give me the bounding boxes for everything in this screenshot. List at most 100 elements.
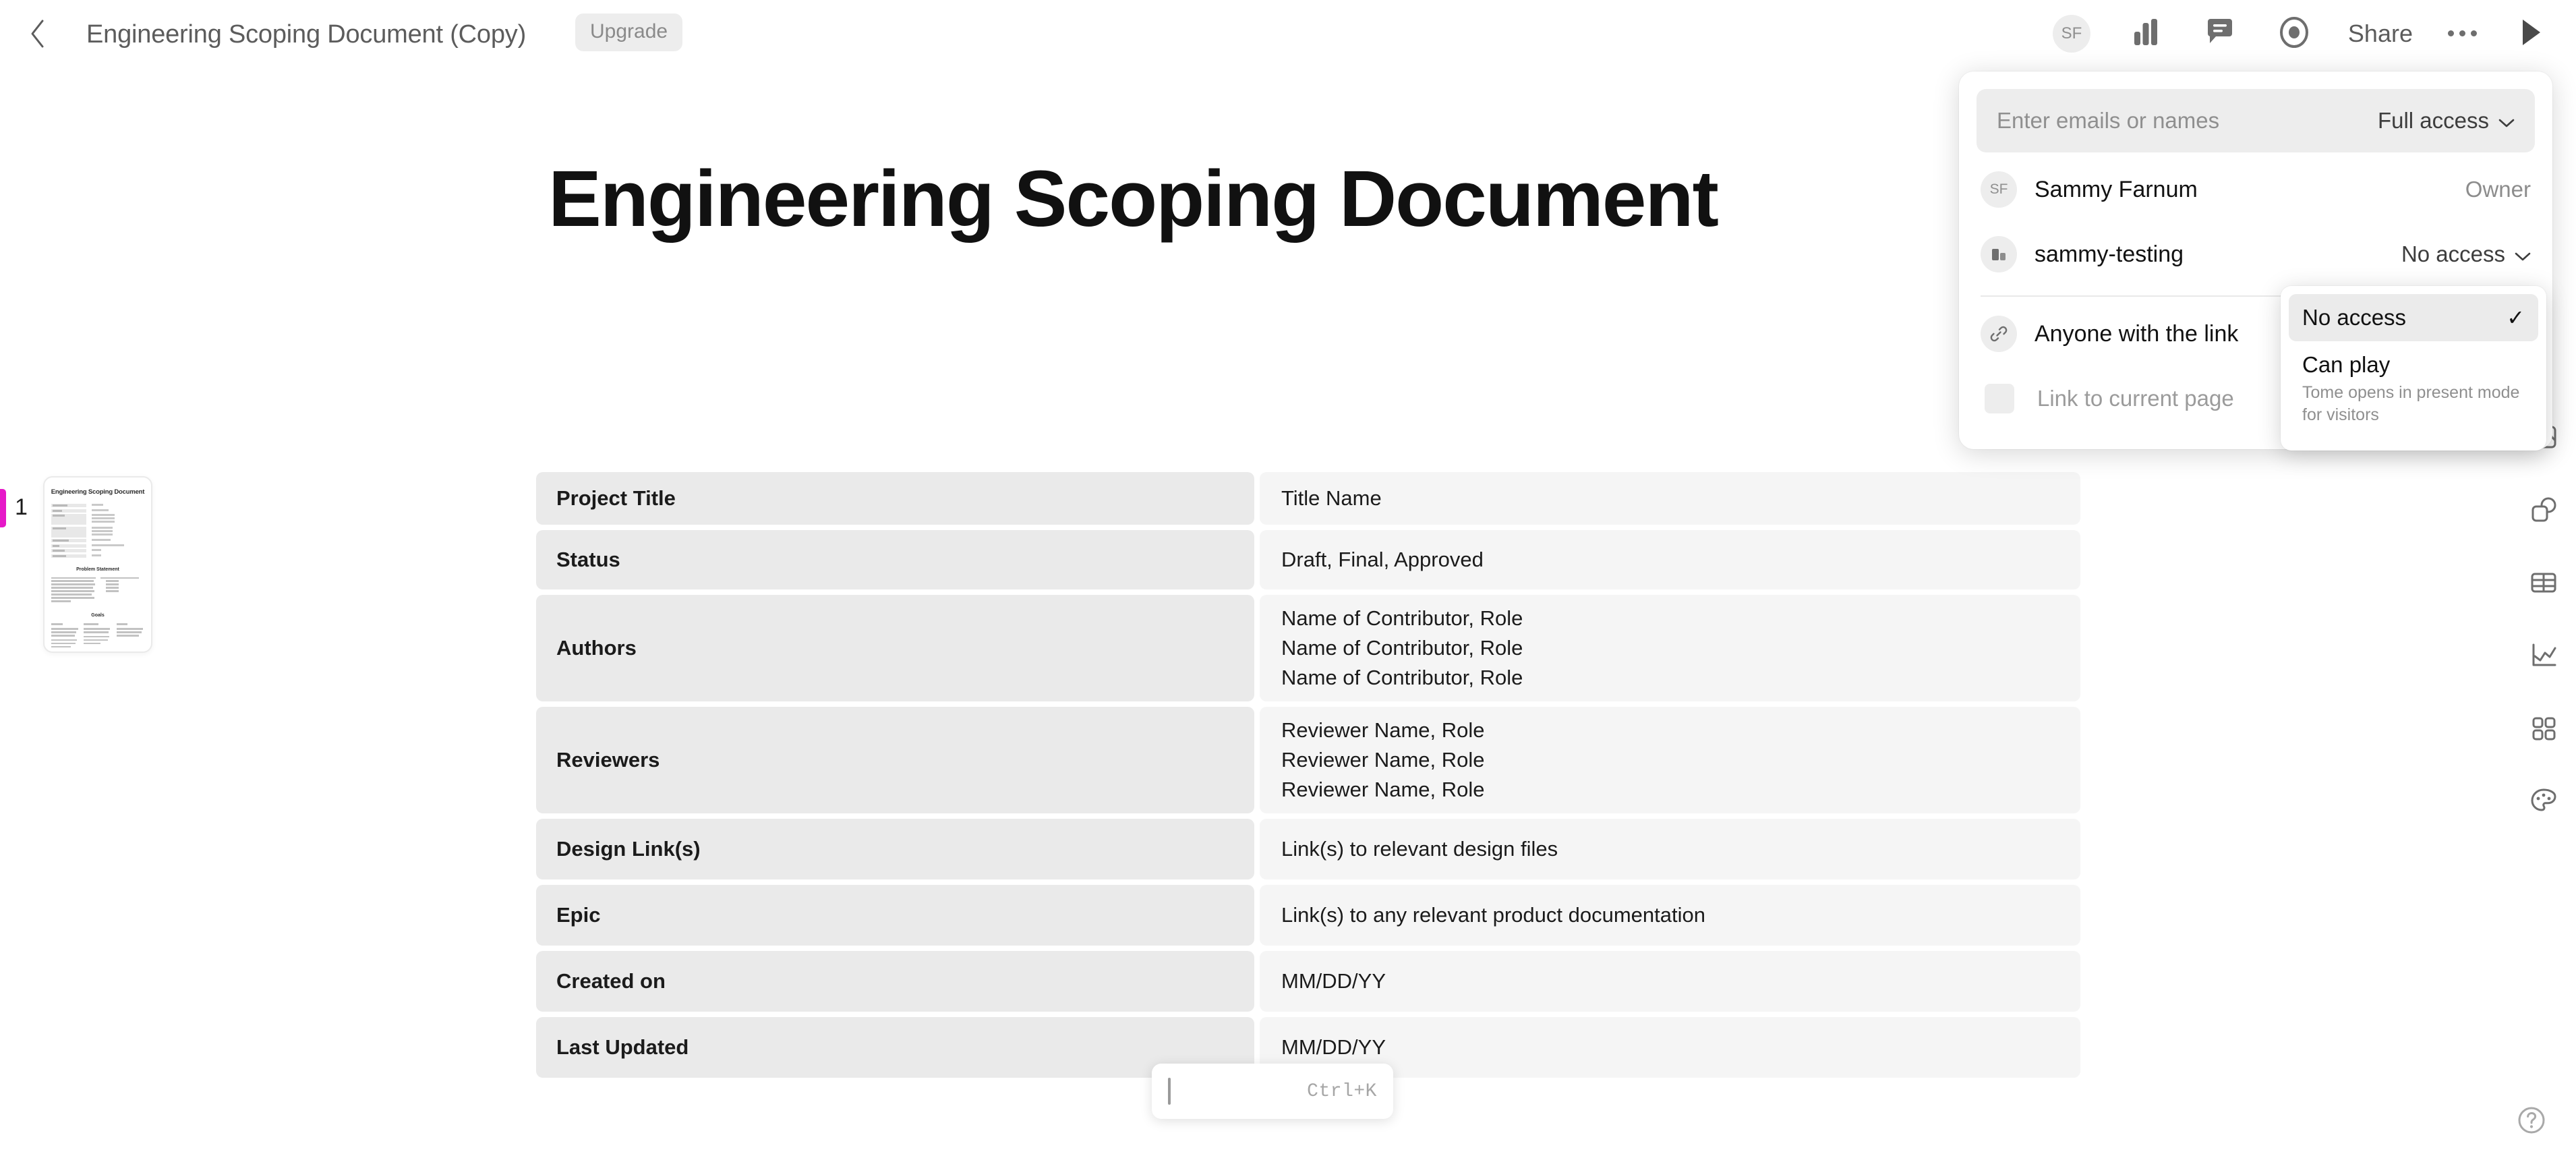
share-email-input[interactable]: Enter emails or names Full access [1977,89,2535,152]
field-value-line: Reviewer Name, Role [1281,778,1485,801]
thumbnail-table [51,504,144,558]
insert-chart-button[interactable] [2523,637,2564,677]
access-option-label: Can play [2302,352,2391,377]
field-value-line: Reviewer Name, Role [1281,748,1485,772]
share-workspace-access-dropdown[interactable]: No access [2401,241,2531,267]
share-button[interactable]: Share [2348,20,2413,48]
page-thumbnail[interactable]: Engineering Scoping Document Problem Sta… [43,476,152,653]
field-value[interactable]: Reviewer Name, Role Reviewer Name, Role … [1260,707,2080,813]
command-shortcut-hint: Ctrl+K [1307,1080,1377,1102]
thumbnail-title: Engineering Scoping Document [51,488,145,496]
chevron-left-icon [29,19,47,49]
present-button[interactable] [2511,13,2552,54]
field-value-line: Name of Contributor, Role [1281,666,1523,689]
field-label[interactable]: Epic [536,885,1254,946]
insert-layout-button[interactable] [2523,710,2564,750]
link-to-current-page-checkbox[interactable] [1985,384,2014,413]
field-value[interactable]: Draft, Final, Approved [1260,530,2080,589]
more-options-button[interactable] [2444,16,2480,52]
theme-palette-button[interactable] [2523,782,2564,823]
top-bar: Engineering Scoping Document (Copy) Upgr… [0,0,2576,67]
table-row: Reviewers Reviewer Name, Role Reviewer N… [536,707,2080,813]
document-title-breadcrumb[interactable]: Engineering Scoping Document (Copy) [86,19,526,50]
field-label[interactable]: Authors [536,595,1254,701]
record-button[interactable] [2274,13,2314,54]
palette-icon [2529,786,2558,819]
help-button[interactable] [2513,1103,2550,1140]
thumbnail-section-problem: Problem Statement [76,567,119,572]
field-value[interactable]: MM/DD/YY [1260,951,2080,1012]
table-row: Created on MM/DD/YY [536,951,2080,1012]
analytics-button[interactable] [2126,13,2166,54]
line-chart-icon [2529,641,2558,674]
tool-rail [2523,418,2564,823]
default-access-dropdown[interactable]: Full access [2378,108,2515,134]
command-bar[interactable]: Ctrl+K [1152,1064,1393,1119]
access-dropdown-menu: No access ✓ Can play Tome opens in prese… [2281,286,2546,451]
insert-shapes-button[interactable] [2523,491,2564,531]
share-email-placeholder: Enter emails or names [1997,108,2220,133]
field-label[interactable]: Design Link(s) [536,819,1254,879]
field-label[interactable]: Project Title [536,472,1254,525]
field-value-line: Name of Contributor, Role [1281,606,1523,630]
share-workspace-name: sammy-testing [2035,241,2184,267]
active-page-indicator [0,489,6,527]
field-label[interactable]: Reviewers [536,707,1254,813]
page-number: 1 [15,494,28,520]
thumbnail-section-goals: Goals [91,613,105,618]
field-value-line: MM/DD/YY [1281,969,1386,993]
top-bar-actions: SF Share [2052,0,2576,67]
field-value[interactable]: Title Name [1260,472,2080,525]
table-row: Design Link(s) Link(s) to relevant desig… [536,819,2080,879]
back-button[interactable] [23,19,53,49]
field-label[interactable]: Last Updated [536,1017,1254,1078]
thumbnail-goals-body [51,623,144,649]
field-value-line: Draft, Final, Approved [1281,548,1484,571]
access-option-row: Can play [2302,352,2525,378]
share-link-label: Anyone with the link [2035,320,2239,347]
field-value-line: Title Name [1281,486,1382,510]
table-row: Project Title Title Name [536,472,2080,525]
field-value[interactable]: Link(s) to relevant design files [1260,819,2080,879]
access-option-can-play[interactable]: Can play Tome opens in present mode for … [2289,341,2538,437]
comments-button[interactable] [2200,13,2240,54]
insert-table-button[interactable] [2523,564,2564,604]
share-person-access: Owner [2465,177,2531,202]
upgrade-button[interactable]: Upgrade [575,13,683,51]
share-workspace-access-label: No access [2401,241,2505,266]
table-icon [2529,568,2558,601]
access-option-label: No access [2302,305,2407,330]
field-value[interactable]: Name of Contributor, Role Name of Contri… [1260,595,2080,701]
bar-chart-icon [2132,18,2159,50]
field-table: Project Title Title Name Status Draft, F… [536,472,2080,1083]
access-option-no-access[interactable]: No access ✓ [2289,294,2538,341]
avatar: SF [1981,171,2017,208]
shapes-icon [2529,495,2558,528]
record-icon [2279,16,2309,51]
help-circle-icon [2515,1104,2548,1140]
link-to-current-page-label: Link to current page [2037,386,2234,411]
avatar[interactable]: SF [2052,15,2090,53]
more-horizontal-icon [2445,28,2480,40]
field-value[interactable]: Link(s) to any relevant product document… [1260,885,2080,946]
table-row: Status Draft, Final, Approved [536,530,2080,589]
share-person-row: SF Sammy Farnum Owner [1977,162,2535,217]
access-option-description: Tome opens in present mode for visitors [2302,383,2520,424]
workspace-icon [1981,236,2017,272]
chevron-down-icon [2515,241,2531,267]
field-label[interactable]: Created on [536,951,1254,1012]
app-root: Engineering Scoping Document (Copy) Upgr… [0,0,2576,1158]
field-value-line: MM/DD/YY [1281,1035,1386,1059]
field-value-line: Reviewer Name, Role [1281,718,1485,742]
layouts-grid-icon [2529,714,2558,747]
chevron-down-icon [2498,108,2515,134]
table-row: Epic Link(s) to any relevant product doc… [536,885,2080,946]
thumbnail-problem-body [51,577,144,604]
check-icon: ✓ [2507,306,2525,330]
play-icon [2520,18,2543,50]
share-person-name: Sammy Farnum [2035,176,2198,202]
field-value-line: Link(s) to any relevant product document… [1281,903,1705,927]
field-label[interactable]: Status [536,530,1254,589]
page-title[interactable]: Engineering Scoping Document [513,155,1753,243]
table-row: Authors Name of Contributor, Role Name o… [536,595,2080,701]
